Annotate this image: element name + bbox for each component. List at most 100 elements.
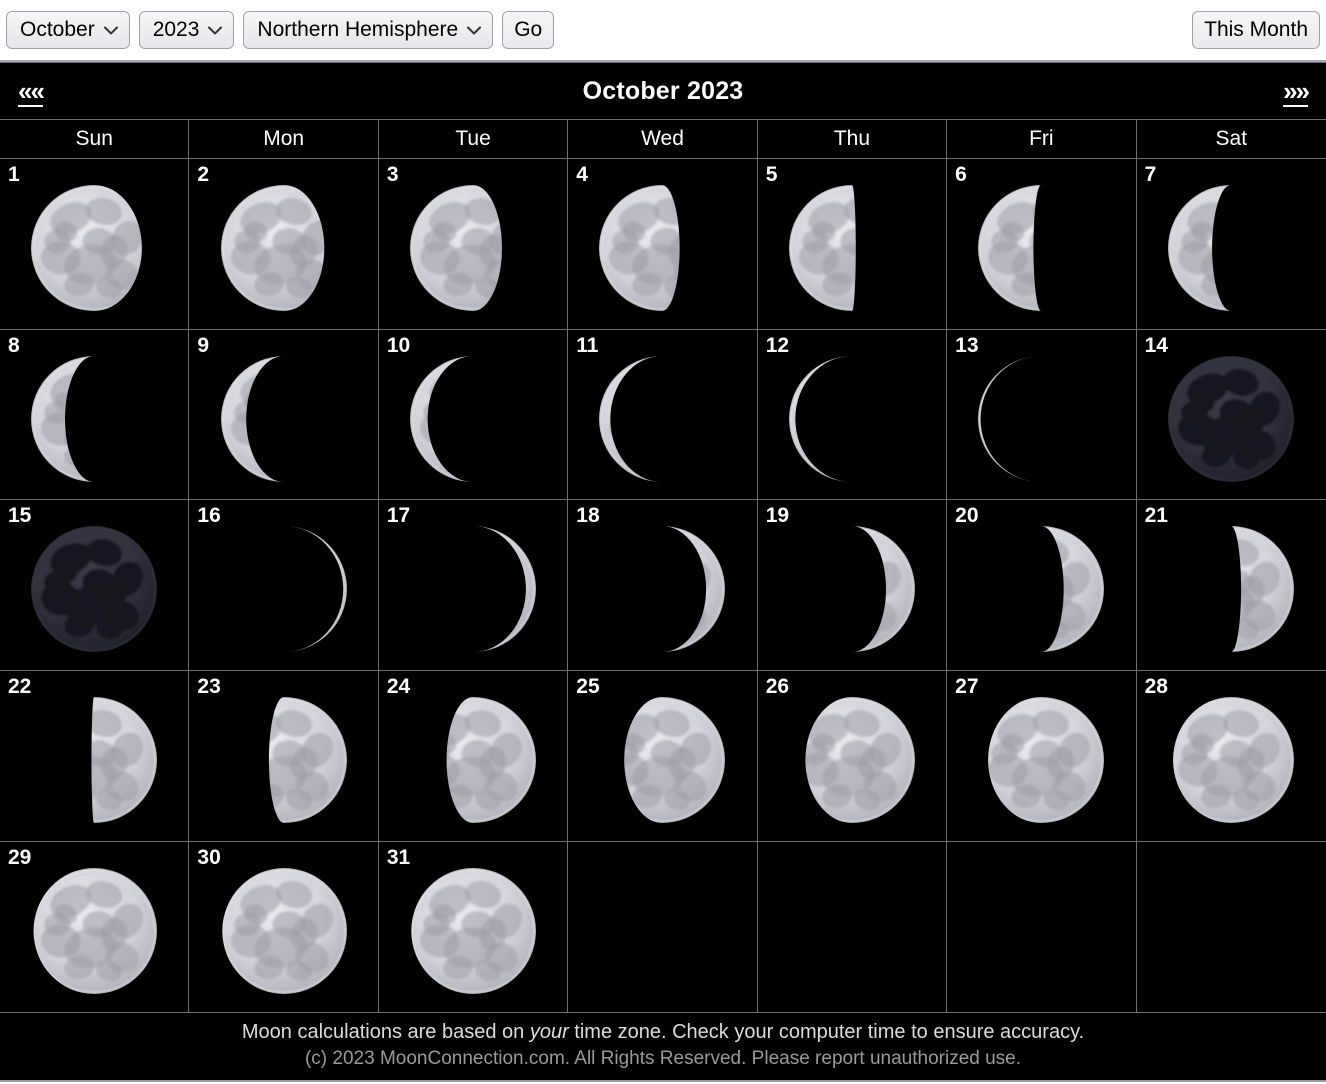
weekday-header-row: Sun Mon Tue Wed Thu Fri Sat <box>0 120 1326 159</box>
moon-phase-waning-gibbous-icon <box>189 159 377 329</box>
calendar-panel: «« October 2023 »» Sun Mon Tue Wed Thu Fri Sat… <box>0 62 1326 1082</box>
day-number: 8 <box>8 333 20 357</box>
calendar-day-cell-empty <box>568 841 758 1013</box>
day-number: 12 <box>765 333 790 357</box>
month-select-value: October <box>20 18 95 41</box>
moon-phase-waning-gibbous-icon <box>379 159 567 329</box>
moon-phase-waning-gibbous-icon <box>568 159 756 329</box>
calendar-day-cell-empty <box>947 841 1137 1013</box>
moon-phase-waning-crescent-icon <box>189 330 377 500</box>
calendar-day-cell[interactable]: 31 <box>379 841 569 1013</box>
day-number: 1 <box>8 163 20 186</box>
day-number: 21 <box>1144 504 1168 528</box>
weekday-header-thu: Thu <box>758 120 948 158</box>
calendar-day-cell[interactable]: 19 <box>758 500 948 671</box>
day-number: 26 <box>765 675 790 699</box>
day-number: 9 <box>197 333 210 357</box>
day-number: 31 <box>386 845 411 869</box>
moon-phase-waning-crescent-icon <box>0 330 188 500</box>
day-number: 14 <box>1144 333 1168 357</box>
calendar-day-cell[interactable]: 1 <box>0 159 190 329</box>
calendar-day-cell[interactable]: 16 <box>189 500 379 671</box>
moon-phase-last-quarter-icon <box>758 159 946 329</box>
weekday-header-sat: Sat <box>1215 127 1248 150</box>
weekday-header-wed: Wed <box>568 120 758 158</box>
calendar-day-cell[interactable]: 6 <box>947 159 1137 329</box>
weekday-header-tue: Tue <box>379 120 569 158</box>
day-number: 30 <box>197 845 221 869</box>
day-number: 22 <box>8 675 32 699</box>
year-select[interactable]: 2023 <box>138 11 235 49</box>
calendar-footer: Moon calculations are based on your time… <box>0 1012 1326 1080</box>
calendar-day-cell[interactable]: 7 <box>1137 159 1326 329</box>
controls-toolbar: October 2023 Northern Hemisphere Go This… <box>0 0 1326 62</box>
calendar-day-cell-empty <box>1137 842 1326 1013</box>
calendar-week-row: 15 16 17 18 19 20 21 <box>0 500 1326 672</box>
calendar-day-cell[interactable]: 8 <box>0 329 190 500</box>
calendar-week-row: 29 30 31 <box>0 841 1326 1013</box>
previous-month-link[interactable]: «« <box>18 78 45 104</box>
footer-timezone-note: Moon calculations are based on your time… <box>0 1019 1326 1046</box>
day-number: 28 <box>1144 675 1168 699</box>
day-number: 2 <box>197 163 210 186</box>
calendar-weeks: 1 2 3 4 5 6 7 8 9 10 11 12 13 14 15 16 17 18 19 20 21 22 23 24 2… <box>0 159 1326 1013</box>
weekday-header-fri: Fri <box>947 120 1137 158</box>
moon-phase-last-quarter-icon <box>947 159 1135 329</box>
day-number: 17 <box>386 504 411 528</box>
calendar-day-cell[interactable]: 22 <box>0 671 190 841</box>
hemisphere-select[interactable]: Northern Hemisphere <box>243 11 494 49</box>
hemisphere-select-value: Northern Hemisphere <box>257 18 459 41</box>
calendar-day-cell[interactable]: 10 <box>379 329 569 500</box>
calendar-day-cell-empty <box>758 841 948 1013</box>
calendar-day-cell[interactable]: 4 <box>568 159 758 329</box>
footer-note-emphasis: your <box>529 1021 569 1044</box>
chevron-down-icon <box>208 12 223 48</box>
day-number: 24 <box>386 675 411 699</box>
calendar-day-cell[interactable]: 13 <box>947 329 1137 500</box>
calendar-day-cell[interactable]: 14 <box>1137 330 1326 500</box>
calendar-header: «« October 2023 »» <box>0 63 1326 120</box>
day-number: 5 <box>765 163 778 186</box>
next-month-link[interactable]: »» <box>1283 78 1310 104</box>
calendar-day-cell[interactable]: 25 <box>568 671 758 841</box>
this-month-button[interactable]: This Month <box>1192 11 1320 49</box>
calendar-day-cell[interactable]: 20 <box>947 500 1137 671</box>
calendar-day-cell[interactable]: 30 <box>189 841 379 1013</box>
day-number: 23 <box>197 675 221 699</box>
calendar-day-cell[interactable]: 17 <box>379 500 569 671</box>
calendar-day-cell[interactable]: 24 <box>379 671 569 841</box>
moon-phase-calendar-page: October 2023 Northern Hemisphere Go This… <box>0 0 1326 1084</box>
calendar-day-cell[interactable]: 29 <box>0 841 190 1013</box>
filter-controls: October 2023 Northern Hemisphere Go <box>6 11 555 49</box>
moon-phase-waning-crescent-icon <box>1137 159 1326 329</box>
moon-phase-waning-gibbous-icon <box>0 159 188 329</box>
calendar-day-cell[interactable]: 28 <box>1137 671 1326 841</box>
day-number: 3 <box>386 163 399 186</box>
day-number: 27 <box>955 675 979 699</box>
calendar-title: October 2023 <box>582 76 744 105</box>
calendar-day-cell[interactable]: 18 <box>568 500 758 671</box>
day-number: 7 <box>1144 163 1157 186</box>
calendar-week-row: 8 9 10 11 12 13 14 <box>0 329 1326 501</box>
calendar-day-cell[interactable]: 2 <box>189 159 379 329</box>
calendar-day-cell[interactable]: 23 <box>189 671 379 841</box>
calendar-day-cell[interactable]: 5 <box>758 159 948 329</box>
calendar-day-cell[interactable]: 21 <box>1137 500 1326 670</box>
calendar-day-cell[interactable]: 3 <box>379 159 569 329</box>
go-button[interactable]: Go <box>502 11 555 49</box>
calendar-day-cell[interactable]: 27 <box>947 671 1137 841</box>
footer-copyright: (c) 2023 MoonConnection.com. All Rights … <box>304 1048 1022 1070</box>
month-select[interactable]: October <box>6 11 130 49</box>
calendar-day-cell[interactable]: 11 <box>568 329 758 500</box>
weekday-header-sun: Sun <box>0 120 190 158</box>
calendar-week-row: 22 23 24 25 26 27 28 <box>0 671 1326 842</box>
calendar-day-cell[interactable]: 15 <box>0 500 190 671</box>
calendar-day-cell[interactable]: 12 <box>758 329 948 500</box>
day-number: 11 <box>576 333 599 357</box>
footer-note-post: time zone. Check your computer time to e… <box>568 1021 1085 1044</box>
calendar-day-cell[interactable]: 9 <box>189 329 379 500</box>
calendar-day-cell[interactable]: 26 <box>758 671 948 841</box>
year-select-value: 2023 <box>152 18 200 41</box>
day-number: 29 <box>8 845 32 869</box>
day-number: 4 <box>576 163 588 186</box>
